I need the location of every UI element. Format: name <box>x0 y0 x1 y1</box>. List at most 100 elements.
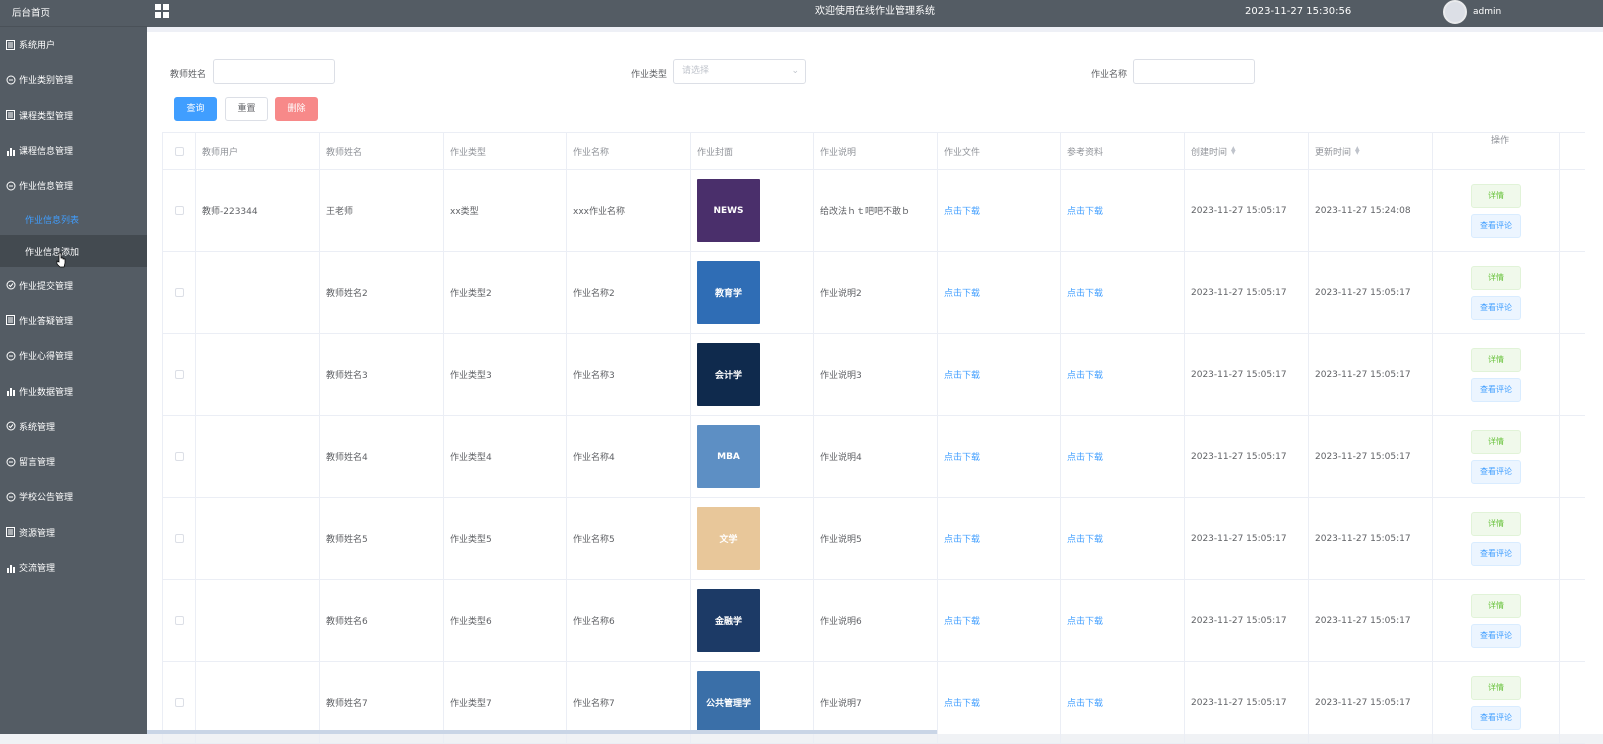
reference-download-link[interactable]: 点击下载 <box>1067 696 1103 709</box>
sort-icon[interactable]: ▲ ▼ <box>1355 146 1360 156</box>
cover-cell: 金融学 <box>691 580 814 661</box>
detail-button[interactable]: 详情 <box>1471 265 1521 290</box>
homework-name-label: 作业名称 <box>1091 70 1128 80</box>
actions-cell: 详情 查看评论 <box>1433 252 1560 333</box>
desc-cell: 给改法ｈｔ吧吧不敢ｂ <box>814 170 938 251</box>
updated-cell: 2023-11-27 15:05:17 <box>1309 334 1433 415</box>
teacher-name-input[interactable] <box>213 59 335 84</box>
horizontal-scrollbar[interactable] <box>147 730 937 734</box>
teacher-name-label: 教师姓名 <box>170 70 207 80</box>
reference-download-link[interactable]: 点击下载 <box>1067 368 1103 381</box>
sidebar-item-label: 课程类型管理 <box>19 111 74 122</box>
col-desc: 作业说明 <box>814 133 938 169</box>
homework-name-input[interactable] <box>1133 59 1255 84</box>
username[interactable]: admin <box>1473 0 1501 24</box>
sidebar-item[interactable]: 作业信息管理 <box>0 168 147 203</box>
file-download-link[interactable]: 点击下载 <box>944 532 980 545</box>
sidebar-item[interactable]: 留言管理 <box>0 444 147 479</box>
type-select[interactable]: 请选择 ⌄ <box>673 59 806 84</box>
cover-image[interactable]: 教育学 <box>697 261 760 324</box>
detail-button[interactable]: 详情 <box>1471 429 1521 454</box>
sidebar-item[interactable]: 系统用户 <box>0 27 147 62</box>
reference-download-link[interactable]: 点击下载 <box>1067 204 1103 217</box>
sidebar-item[interactable]: 作业数据管理 <box>0 373 147 408</box>
teacher-name-cell: 教师姓名4 <box>320 416 444 497</box>
file-download-link[interactable]: 点击下载 <box>944 450 980 463</box>
view-comments-button[interactable]: 查看评论 <box>1471 705 1521 730</box>
cover-image[interactable]: 公共管理学 <box>697 671 760 734</box>
delete-button[interactable]: 删除 <box>275 97 318 121</box>
cover-image[interactable]: 金融学 <box>697 589 760 652</box>
name-cell: 作业名称3 <box>567 334 691 415</box>
reference-download-link[interactable]: 点击下载 <box>1067 532 1103 545</box>
file-cell: 点击下载 <box>938 580 1061 661</box>
updated-cell: 2023-11-27 15:05:17 <box>1309 498 1433 579</box>
detail-button[interactable]: 详情 <box>1471 511 1521 536</box>
view-comments-button[interactable]: 查看评论 <box>1471 295 1521 320</box>
view-comments-button[interactable]: 查看评论 <box>1471 213 1521 238</box>
document-icon <box>5 315 16 326</box>
document-icon <box>5 39 16 50</box>
view-comments-button[interactable]: 查看评论 <box>1471 623 1521 648</box>
row-checkbox[interactable] <box>174 288 184 297</box>
row-checkbox[interactable] <box>174 698 184 707</box>
sidebar-home[interactable]: 后台首页 <box>0 0 147 27</box>
cover-image[interactable]: MBA <box>697 425 760 488</box>
sidebar-item-label: 作业类别管理 <box>19 76 74 87</box>
row-checkbox[interactable] <box>174 534 184 543</box>
col-updated[interactable]: 更新时间 ▲ ▼ <box>1309 133 1433 169</box>
type-select-placeholder: 请选择 <box>682 66 710 76</box>
table-header: 教师用户 教师姓名 作业类型 作业名称 作业封面 作业说明 作业文件 参考资料 … <box>163 133 1585 170</box>
cover-image[interactable]: NEWS <box>697 179 760 242</box>
sidebar-item[interactable]: 作业类别管理 <box>0 62 147 97</box>
col-teacher-name: 教师姓名 <box>320 133 444 169</box>
sidebar-item[interactable]: 资源管理 <box>0 515 147 550</box>
sidebar-item[interactable]: 作业提交管理 <box>0 267 147 302</box>
reference-download-link[interactable]: 点击下载 <box>1067 614 1103 627</box>
row-checkbox[interactable] <box>174 206 184 215</box>
select-all-checkbox[interactable] <box>174 146 184 156</box>
sidebar-subitem[interactable]: 作业信息列表 <box>0 203 147 235</box>
detail-button[interactable]: 详情 <box>1471 593 1521 618</box>
detail-button[interactable]: 详情 <box>1471 675 1521 700</box>
view-comments-button[interactable]: 查看评论 <box>1471 377 1521 402</box>
file-download-link[interactable]: 点击下载 <box>944 286 980 299</box>
chat-icon <box>5 74 16 85</box>
view-comments-button[interactable]: 查看评论 <box>1471 541 1521 566</box>
file-download-link[interactable]: 点击下载 <box>944 368 980 381</box>
file-download-link[interactable]: 点击下载 <box>944 614 980 627</box>
sidebar-item[interactable]: 课程信息管理 <box>0 133 147 168</box>
bar-chart-icon <box>5 145 16 156</box>
sidebar-item[interactable]: 作业心得管理 <box>0 338 147 373</box>
sidebar-item[interactable]: 课程类型管理 <box>0 98 147 133</box>
view-comments-button[interactable]: 查看评论 <box>1471 459 1521 484</box>
reference-download-link[interactable]: 点击下载 <box>1067 286 1103 299</box>
cover-image[interactable]: 文学 <box>697 507 760 570</box>
row-checkbox[interactable] <box>174 452 184 461</box>
cover-image[interactable]: 会计学 <box>697 343 760 406</box>
chat-icon <box>5 491 16 502</box>
avatar[interactable] <box>1443 0 1467 24</box>
reference-download-link[interactable]: 点击下载 <box>1067 450 1103 463</box>
sidebar-item[interactable]: 作业答疑管理 <box>0 303 147 338</box>
created-cell: 2023-11-27 15:05:17 <box>1185 334 1309 415</box>
col-created[interactable]: 创建时间 ▲ ▼ <box>1185 133 1309 169</box>
sidebar-item[interactable]: 学校公告管理 <box>0 479 147 514</box>
reset-button[interactable]: 重置 <box>225 97 268 121</box>
table-row: 教师-223344 王老师 xx类型 xxx作业名称 NEWS 给改法ｈｔ吧吧不敢ｂ 点击下… <box>163 170 1585 252</box>
file-download-link[interactable]: 点击下载 <box>944 696 980 709</box>
reference-cell: 点击下载 <box>1061 252 1185 333</box>
file-download-link[interactable]: 点击下载 <box>944 204 980 217</box>
detail-button[interactable]: 详情 <box>1471 347 1521 372</box>
sort-icon[interactable]: ▲ ▼ <box>1231 146 1236 156</box>
detail-button[interactable]: 详情 <box>1471 183 1521 208</box>
sidebar-item[interactable]: 交流管理 <box>0 550 147 585</box>
row-checkbox[interactable] <box>174 616 184 625</box>
query-button[interactable]: 查询 <box>174 97 217 121</box>
sidebar-item[interactable]: 系统管理 <box>0 409 147 444</box>
file-cell: 点击下载 <box>938 498 1061 579</box>
homework-table: 教师用户 教师姓名 作业类型 作业名称 作业封面 作业说明 作业文件 参考资料 … <box>162 132 1585 744</box>
teacher-name-cell: 王老师 <box>320 170 444 251</box>
sidebar-subitem[interactable]: 作业信息添加 <box>0 235 147 268</box>
row-checkbox[interactable] <box>174 370 184 379</box>
